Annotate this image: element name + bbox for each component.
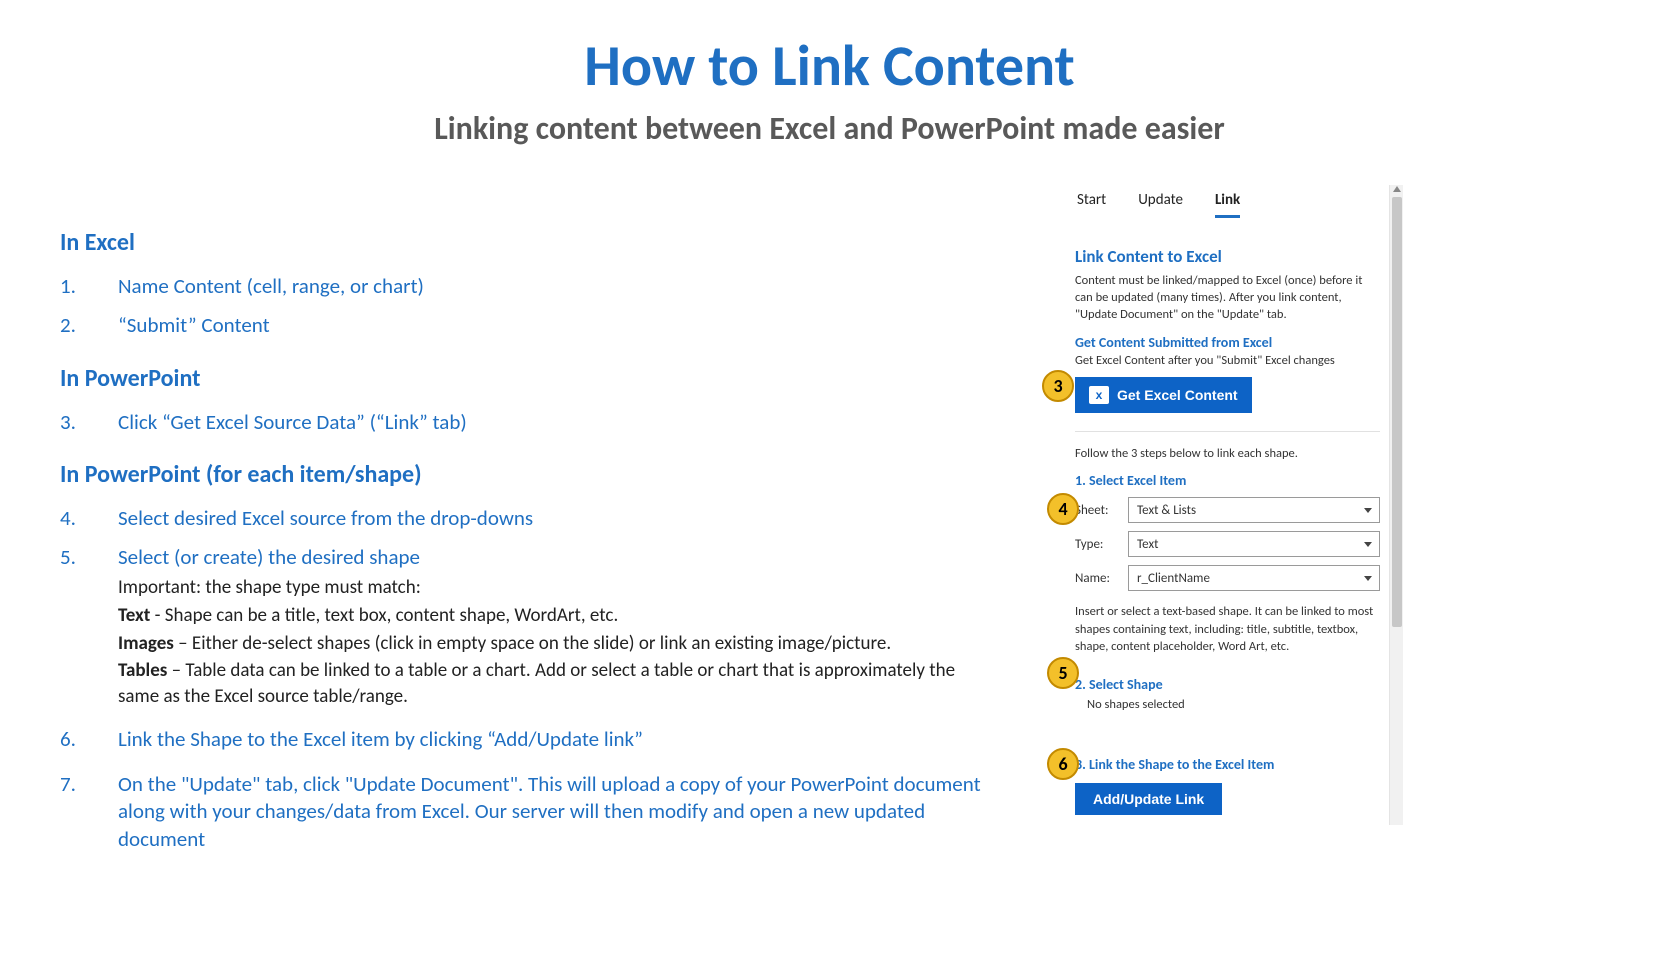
sheet-row: Sheet: Text & Lists [1075,497,1380,523]
step3-header: 3. Link the Shape to the Excel Item [1075,756,1380,773]
follow-steps-text: Follow the 3 steps below to link each sh… [1075,446,1380,462]
step1-header: 1. Select Excel Item [1075,472,1380,489]
sheet-label: Sheet: [1075,503,1120,518]
type-dropdown[interactable]: Text [1128,531,1380,557]
tab-bar: Start Update Link [1075,185,1380,218]
step-number: 5. [60,544,118,571]
callout-5: 5 [1047,657,1079,689]
name-value: r_ClientName [1137,571,1210,586]
step-number: 6. [60,726,118,753]
scrollbar[interactable] [1389,185,1403,825]
instructions-column: In Excel 1. Name Content (cell, range, o… [60,228,1000,859]
step-6: 6. Link the Shape to the Excel item by c… [60,720,1000,759]
add-update-link-button[interactable]: Add/Update Link [1075,783,1222,815]
divider [1075,431,1380,432]
step-text: On the "Update" tab, click "Update Docum… [118,771,1000,853]
scroll-up-icon [1393,184,1401,192]
name-label: Name: [1075,571,1120,586]
type-label: Type: [1075,537,1120,552]
section-in-excel: In Excel [60,228,1000,257]
step-4: 4. Select desired Excel source from the … [60,499,1000,538]
page-title: How to Link Content [0,30,1659,101]
step-number: 4. [60,505,118,532]
name-dropdown[interactable]: r_ClientName [1128,565,1380,591]
detail-text: – Table data can be linked to a table or… [118,659,955,708]
pane-body: Link Content to Excel Content must be li… [1075,246,1380,815]
step-text: Select desired Excel source from the dro… [118,505,1000,532]
scroll-thumb[interactable] [1392,197,1402,627]
step-5-detail: Text - Shape can be a title, text box, c… [60,603,1000,629]
step-text: Name Content (cell, range, or chart) [118,273,1000,300]
excel-icon: x [1089,386,1109,404]
detail-text: – Either de-select shapes (click in empt… [174,632,891,655]
task-pane: Start Update Link Link Content to Excel … [1075,185,1380,825]
step-text: “Submit” Content [118,312,1000,339]
step-text: Link the Shape to the Excel item by clic… [118,726,1000,753]
name-row: Name: r_ClientName [1075,565,1380,591]
tab-start[interactable]: Start [1077,191,1106,218]
step-number: 1. [60,273,118,300]
step-text: Select (or create) the desired shape [118,544,1000,571]
step-number: 2. [60,312,118,339]
get-content-title: Get Content Submitted from Excel [1075,334,1380,351]
step-1: 1. Name Content (cell, range, or chart) [60,267,1000,306]
detail-text: - Shape can be a title, text box, conten… [150,604,618,627]
label-tables: Tables [118,659,167,682]
type-value: Text [1137,537,1158,552]
step-text: Click “Get Excel Source Data” (“Link” ta… [118,409,1000,436]
step-5-detail: Tables – Table data can be linked to a t… [60,658,1000,709]
pane-title: Link Content to Excel [1075,246,1380,267]
step-number: 7. [60,771,118,853]
step2-status: No shapes selected [1075,697,1380,712]
tab-link[interactable]: Link [1215,191,1240,218]
label-images: Images [118,632,174,655]
pane-description: Content must be linked/mapped to Excel (… [1075,273,1380,324]
button-label: Get Excel Content [1117,387,1238,403]
step-2: 2. “Submit” Content [60,306,1000,345]
label-text: Text [118,604,150,627]
tab-update[interactable]: Update [1138,191,1183,218]
step-5-detail: Images – Either de-select shapes (click … [60,631,1000,657]
step-7: 7. On the "Update" tab, click "Update Do… [60,765,1000,859]
step-5-detail: Important: the shape type must match: [60,575,1000,601]
get-content-desc: Get Excel Content after you "Submit" Exc… [1075,353,1380,369]
get-excel-content-button[interactable]: x Get Excel Content [1075,377,1252,413]
type-row: Type: Text [1075,531,1380,557]
step2-header: 2. Select Shape [1075,676,1380,693]
step-number: 3. [60,409,118,436]
section-in-powerpoint-each: In PowerPoint (for each item/shape) [60,460,1000,489]
step1-help: Insert or select a text-based shape. It … [1075,603,1380,656]
step-5: 5. Select (or create) the desired shape [60,538,1000,573]
section-in-powerpoint: In PowerPoint [60,364,1000,393]
step-3: 3. Click “Get Excel Source Data” (“Link”… [60,403,1000,442]
callout-6: 6 [1047,748,1079,780]
page-subtitle: Linking content between Excel and PowerP… [0,109,1659,148]
callout-3: 3 [1042,370,1074,402]
sheet-value: Text & Lists [1137,503,1196,518]
sheet-dropdown[interactable]: Text & Lists [1128,497,1380,523]
button-label: Add/Update Link [1093,791,1204,807]
callout-4: 4 [1047,493,1079,525]
